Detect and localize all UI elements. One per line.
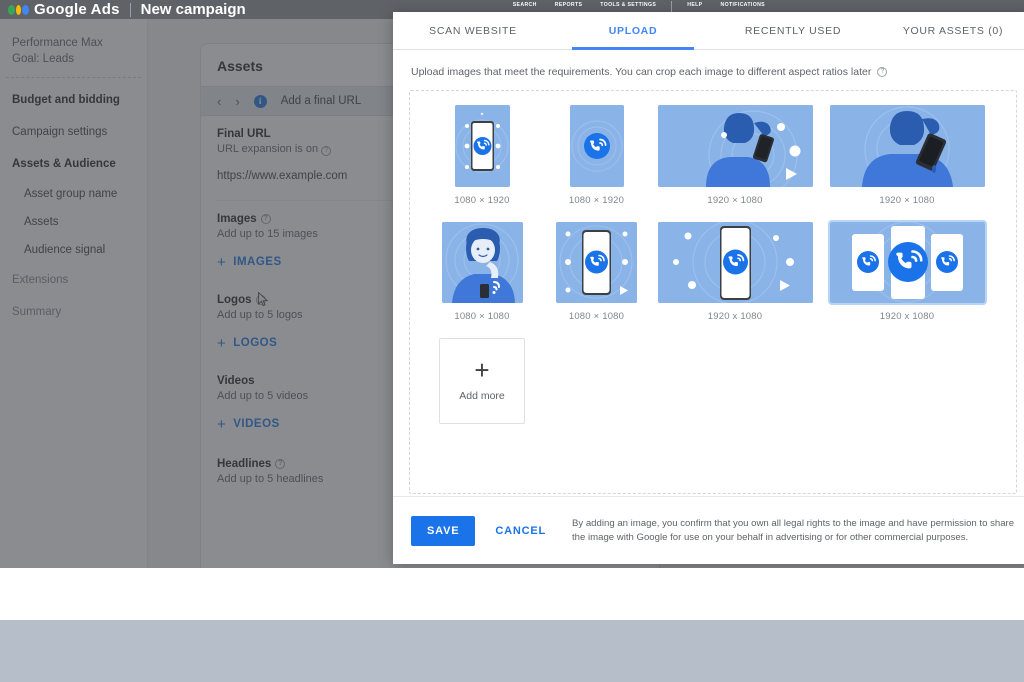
phone-in-frame-art: [454, 105, 510, 187]
brand-divider: [129, 2, 131, 17]
thumbnail-item[interactable]: 1920 x 1080: [649, 222, 821, 322]
phone-call-square-art: [556, 222, 637, 303]
thumbnail-item[interactable]: 1080 × 1080: [544, 222, 649, 322]
legal-disclaimer: By adding an image, you confirm that you…: [571, 517, 1015, 543]
topnav-tools-settings[interactable]: TOOLS & SETTINGS: [591, 0, 665, 10]
upload-note-text: Upload images that meet the requirements…: [411, 66, 872, 78]
brand[interactable]: Google Ads: [8, 0, 120, 18]
thumbnail-dimensions: 1920 × 1080: [879, 195, 935, 206]
cancel-button[interactable]: CANCEL: [489, 516, 552, 546]
thumbnail-image-1920x1080-d[interactable]: [827, 220, 987, 305]
thumbnail-image-1080x1080-a[interactable]: [441, 222, 523, 303]
thumbnail-row: 1080 × 1080 1080 × 1080 1920 x 1080 1920…: [420, 220, 1006, 322]
tab-your-assets[interactable]: YOUR ASSETS (0): [873, 12, 1024, 49]
thumbnail-dimensions: 1920 x 1080: [879, 311, 935, 322]
thumbnail-item[interactable]: 1920 × 1080: [821, 105, 993, 206]
thumbnail-dimensions: 1080 × 1920: [454, 195, 510, 206]
topnav-reports[interactable]: REPORTS: [546, 0, 592, 10]
save-button[interactable]: SAVE: [411, 515, 476, 546]
thumbnail-image-1080x1920-b[interactable]: [569, 105, 624, 187]
page-bottom-band: [0, 620, 1024, 682]
upload-dropzone[interactable]: 1080 × 1920 1080 × 1920 1920 × 1080 1920…: [409, 90, 1017, 494]
thumbnail-row: 1080 × 1920 1080 × 1920 1920 × 1080 1920…: [420, 105, 1006, 206]
thumbnail-dimensions: 1080 × 1920: [568, 195, 625, 206]
thumbnail-dimensions: 1920 x 1080: [707, 311, 763, 322]
dialog-footer: SAVE CANCEL By adding an image, you conf…: [393, 496, 1024, 564]
screen-root: Google Ads New campaign SEARCH REPORTS T…: [0, 0, 1024, 682]
topnav-divider: [671, 1, 673, 12]
add-more-button[interactable]: + Add more: [439, 338, 525, 424]
three-phones-art: [829, 222, 985, 303]
add-more-row: + Add more: [420, 338, 1006, 424]
person-phone-left-art: [657, 105, 813, 187]
thumbnail-dimensions: 1080 × 1080: [454, 311, 510, 322]
google-ads-logo-icon: [8, 4, 29, 15]
call-badge-art: [569, 105, 624, 187]
thumbnail-image-1080x1080-b[interactable]: [556, 222, 637, 303]
thumbnail-item[interactable]: 1920 x 1080: [821, 220, 993, 322]
tab-scan-website[interactable]: SCAN WEBSITE: [393, 12, 553, 49]
thumbnail-image-1920x1080-a[interactable]: [657, 105, 813, 187]
topnav-notifications[interactable]: NOTIFICATIONS: [711, 0, 774, 10]
page-white-band: [0, 568, 1024, 620]
thumbnail-item[interactable]: 1920 × 1080: [649, 105, 821, 206]
topnav-search[interactable]: SEARCH: [504, 0, 546, 10]
tab-upload[interactable]: UPLOAD: [553, 12, 713, 50]
upload-requirements-note: Upload images that meet the requirements…: [393, 50, 1024, 90]
topnav-help[interactable]: HELP: [678, 0, 711, 10]
help-icon[interactable]: ?: [877, 67, 888, 77]
thumbnail-image-1920x1080-b[interactable]: [829, 105, 985, 187]
phone-call-wide-art: [657, 222, 813, 303]
plus-icon: +: [474, 355, 490, 385]
tab-recently-used[interactable]: RECENTLY USED: [713, 12, 873, 49]
thumbnail-image-1920x1080-c[interactable]: [657, 222, 813, 303]
add-more-cell: + Add more: [420, 338, 544, 424]
add-more-label: Add more: [459, 390, 505, 402]
thumbnail-item[interactable]: 1080 × 1920: [544, 105, 649, 206]
thumbnail-dimensions: 1080 × 1080: [568, 311, 625, 322]
thumbnail-image-1080x1920-a[interactable]: [454, 105, 510, 187]
image-upload-dialog: SCAN WEBSITE UPLOAD RECENTLY USED YOUR A…: [393, 12, 1024, 564]
person-phone-center-art: [829, 105, 985, 187]
brand-label: Google Ads: [34, 0, 120, 18]
dialog-tabs: SCAN WEBSITE UPLOAD RECENTLY USED YOUR A…: [393, 12, 1024, 50]
page-title: New campaign: [140, 1, 246, 18]
thumbnail-item[interactable]: 1080 × 1920: [420, 105, 544, 206]
woman-phone-art: [441, 222, 523, 303]
thumbnail-item[interactable]: 1080 × 1080: [420, 222, 544, 322]
thumbnail-dimensions: 1920 × 1080: [707, 195, 763, 206]
